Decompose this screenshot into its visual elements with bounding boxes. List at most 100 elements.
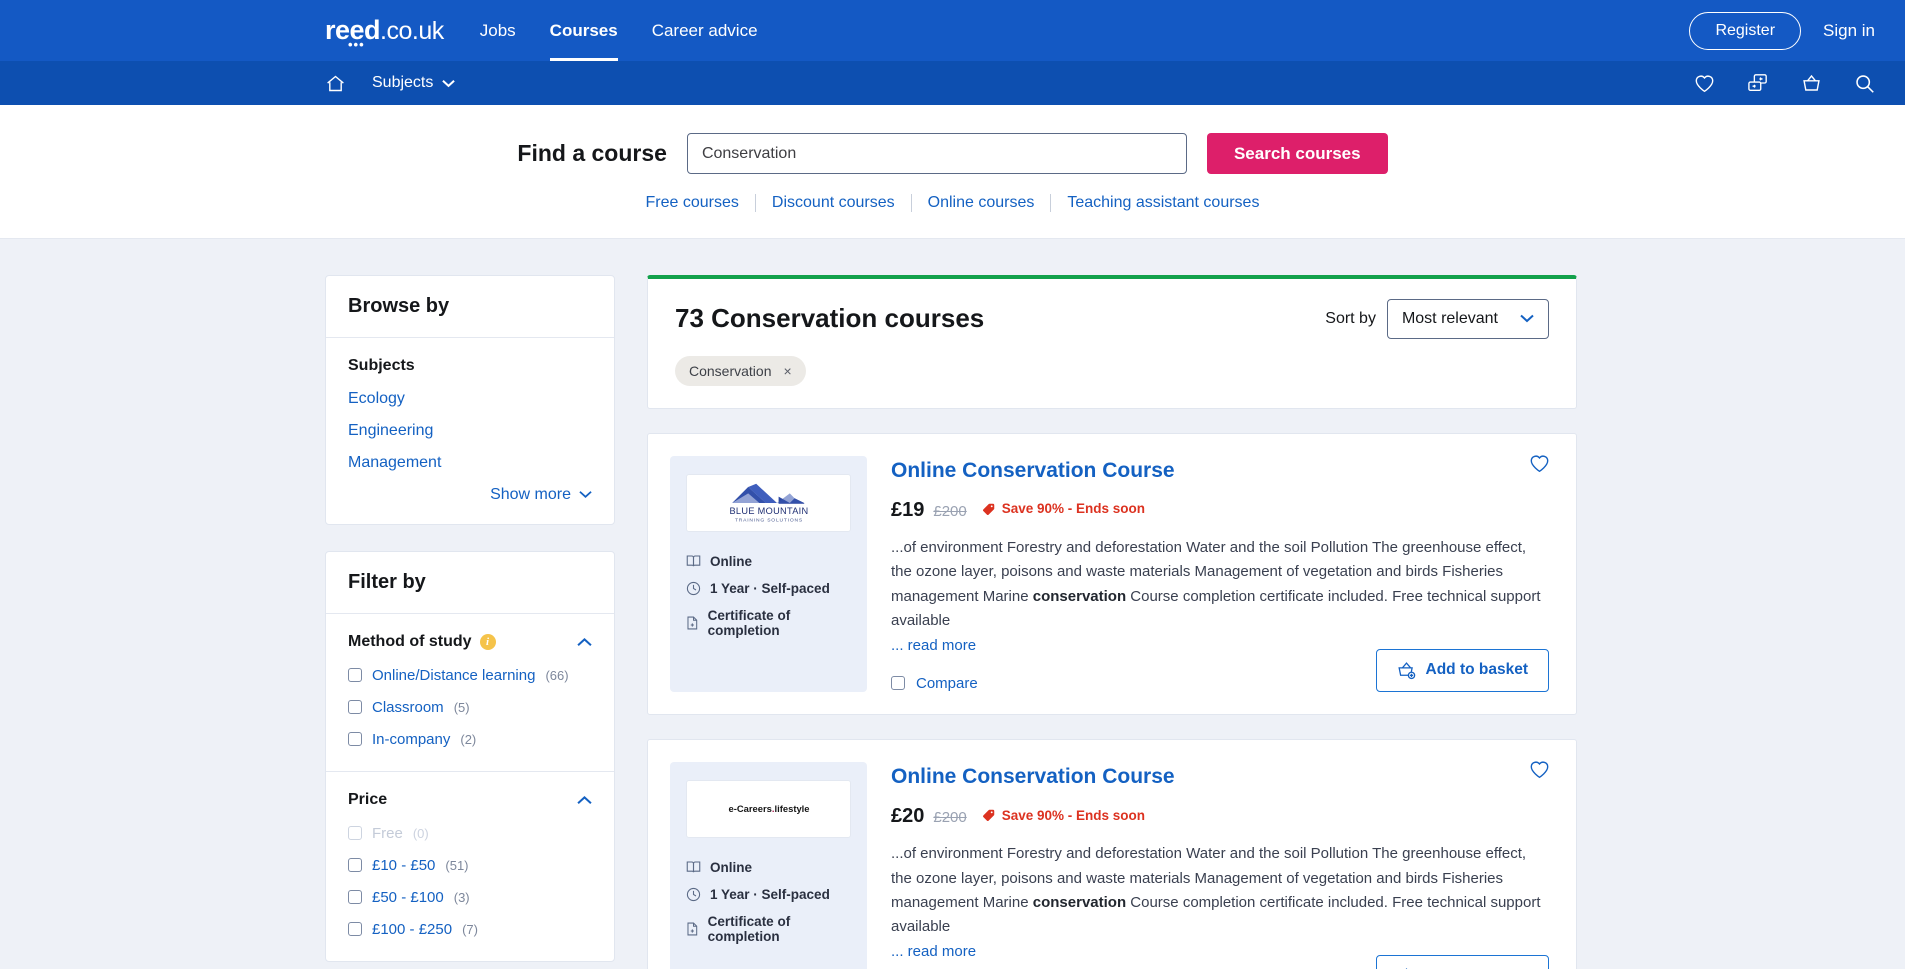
course-price: £19	[891, 498, 925, 521]
register-button[interactable]: Register	[1689, 11, 1802, 50]
compare-checkbox[interactable]	[891, 676, 905, 691]
quick-links: Free courses Discount courses Online cou…	[0, 194, 1905, 212]
blue-mountain-logo-icon: BLUE MOUNTAIN TRAINING SOLUTIONS	[729, 483, 808, 523]
browse-subject-engineering[interactable]: Engineering	[348, 422, 592, 440]
discount-text: Save 90% - Ends soon	[1001, 807, 1146, 823]
filter-option-label: Free	[372, 824, 403, 842]
search-courses-button[interactable]: Search courses	[1206, 133, 1388, 174]
filter-option-label: £100 - £250	[372, 920, 453, 938]
filter-group-method-of-study: Method of study i Online/Distance learni…	[326, 614, 614, 772]
search-input[interactable]	[686, 133, 1187, 174]
search-icon[interactable]	[1854, 73, 1875, 94]
quick-link-free-courses[interactable]: Free courses	[630, 194, 756, 212]
basket-button-label: Add to basket	[1425, 661, 1528, 679]
svg-text:TRAINING SOLUTIONS: TRAINING SOLUTIONS	[734, 517, 802, 523]
filter-option-count: (2)	[460, 731, 477, 747]
svg-text:BLUE MOUNTAIN: BLUE MOUNTAIN	[729, 506, 808, 516]
logo-dots: •••	[348, 37, 365, 52]
filter-option-count: (66)	[545, 667, 569, 683]
course-price: £20	[891, 805, 925, 828]
find-a-course-label: Find a course	[517, 140, 667, 166]
filter-option-count: (7)	[462, 921, 478, 937]
nav-item-career-advice[interactable]: Career advice	[652, 0, 758, 61]
book-icon	[686, 555, 701, 567]
filter-option-count: (0)	[412, 825, 429, 841]
course-description: ...of environment Forestry and deforesta…	[891, 842, 1549, 964]
read-more-link[interactable]: ... read more	[891, 637, 976, 654]
checkbox[interactable]	[348, 668, 362, 683]
add-to-basket-button[interactable]: Add to basket	[1375, 955, 1549, 969]
results-heading: 73 Conservation courses	[675, 303, 985, 334]
nav-item-courses[interactable]: Courses	[549, 0, 618, 61]
active-filter-chip[interactable]: Conservation ×	[675, 355, 806, 386]
course-card[interactable]: e-Careers.lifestyle Online 1 Year · Self…	[647, 738, 1577, 969]
chip-label: Conservation	[689, 362, 772, 379]
quick-link-teaching-assistant-courses[interactable]: Teaching assistant courses	[1051, 194, 1275, 212]
home-icon[interactable]	[325, 73, 346, 94]
sign-in-link[interactable]: Sign in	[1823, 21, 1875, 41]
checkbox[interactable]	[348, 700, 362, 715]
filter-option-count: (5)	[453, 699, 470, 715]
course-summary-panel: e-Careers.lifestyle Online 1 Year · Self…	[670, 761, 867, 969]
course-meta-label: Online	[710, 553, 753, 569]
filter-title-price: Price	[348, 790, 388, 808]
filter-option-100-250[interactable]: £100 - £250 (7)	[348, 921, 592, 938]
chip-remove-icon[interactable]: ×	[784, 363, 792, 379]
save-course-heart-icon[interactable]	[1529, 760, 1550, 784]
filter-option-10-50[interactable]: £10 - £50 (51)	[348, 857, 592, 874]
course-meta-certificate: Certificate of completion	[686, 608, 851, 638]
read-more-link[interactable]: ... read more	[891, 943, 976, 960]
chevron-up-icon[interactable]	[577, 637, 592, 647]
chevron-up-icon[interactable]	[577, 795, 592, 805]
filter-title-method-of-study: Method of study	[348, 632, 472, 650]
tag-icon	[982, 809, 995, 822]
checkbox[interactable]	[348, 890, 362, 905]
course-title-link[interactable]: Online Conservation Course	[891, 458, 1175, 483]
info-icon[interactable]: i	[479, 633, 496, 650]
course-discount-badge: Save 90% - Ends soon	[982, 501, 1145, 516]
nav-item-jobs[interactable]: Jobs	[480, 0, 516, 61]
course-price-row: £20 £200 Save 90% - Ends soon	[891, 805, 1549, 828]
filter-option-50-100[interactable]: £50 - £100 (3)	[348, 889, 592, 906]
filter-option-in-company[interactable]: In-company (2)	[348, 731, 592, 748]
compare-courses-icon[interactable]	[1747, 73, 1769, 93]
checkbox[interactable]	[348, 922, 362, 937]
course-price-row: £19 £200 Save 90% - Ends soon	[891, 499, 1549, 522]
course-card[interactable]: BLUE MOUNTAIN TRAINING SOLUTIONS Online	[647, 432, 1577, 715]
chevron-down-icon	[442, 79, 456, 87]
course-title-link[interactable]: Online Conservation Course	[891, 764, 1175, 789]
browse-by-title: Browse by	[326, 276, 614, 338]
filters-sidebar: Browse by Subjects Ecology Engineering M…	[325, 274, 615, 969]
clock-icon	[686, 887, 701, 902]
saved-courses-heart-icon[interactable]	[1694, 74, 1715, 93]
sort-by-value: Most relevant	[1401, 309, 1498, 327]
desc-highlight: conservation	[1032, 894, 1127, 912]
save-course-heart-icon[interactable]	[1529, 454, 1550, 478]
reed-logo[interactable]: reed.co.uk •••	[325, 17, 444, 52]
add-to-basket-button[interactable]: Add to basket	[1375, 648, 1549, 692]
logo-domain: .co.uk	[380, 17, 444, 45]
course-meta-duration: 1 Year · Self-paced	[686, 581, 851, 596]
sort-by-select[interactable]: Most relevant	[1386, 298, 1549, 339]
filter-option-classroom[interactable]: Classroom (5)	[348, 699, 592, 716]
course-search-band: Find a course Search courses Free course…	[0, 105, 1905, 239]
results-column: 73 Conservation courses Sort by Most rel…	[647, 274, 1577, 969]
results-header: 73 Conservation courses Sort by Most rel…	[647, 274, 1577, 409]
basket-icon[interactable]	[1801, 73, 1822, 93]
filter-option-online-distance-learning[interactable]: Online/Distance learning (66)	[348, 667, 592, 684]
show-more-subjects-button[interactable]: Show more	[348, 486, 592, 504]
subjects-dropdown-button[interactable]: Subjects	[372, 74, 456, 92]
ecareers-lifestyle-logo-icon: e-Careers.lifestyle	[728, 803, 809, 814]
browse-subject-management[interactable]: Management	[348, 454, 592, 472]
course-meta-delivery: Online	[686, 860, 851, 875]
show-more-label: Show more	[490, 485, 571, 503]
subjects-label: Subjects	[372, 74, 434, 91]
filter-option-label: Classroom	[372, 698, 444, 716]
browse-subject-ecology[interactable]: Ecology	[348, 390, 592, 408]
course-meta-label: 1 Year · Self-paced	[710, 886, 830, 902]
checkbox[interactable]	[348, 858, 362, 873]
checkbox[interactable]	[348, 732, 362, 747]
quick-link-discount-courses[interactable]: Discount courses	[756, 194, 912, 212]
quick-link-online-courses[interactable]: Online courses	[912, 194, 1052, 212]
chevron-down-icon	[1520, 314, 1534, 323]
